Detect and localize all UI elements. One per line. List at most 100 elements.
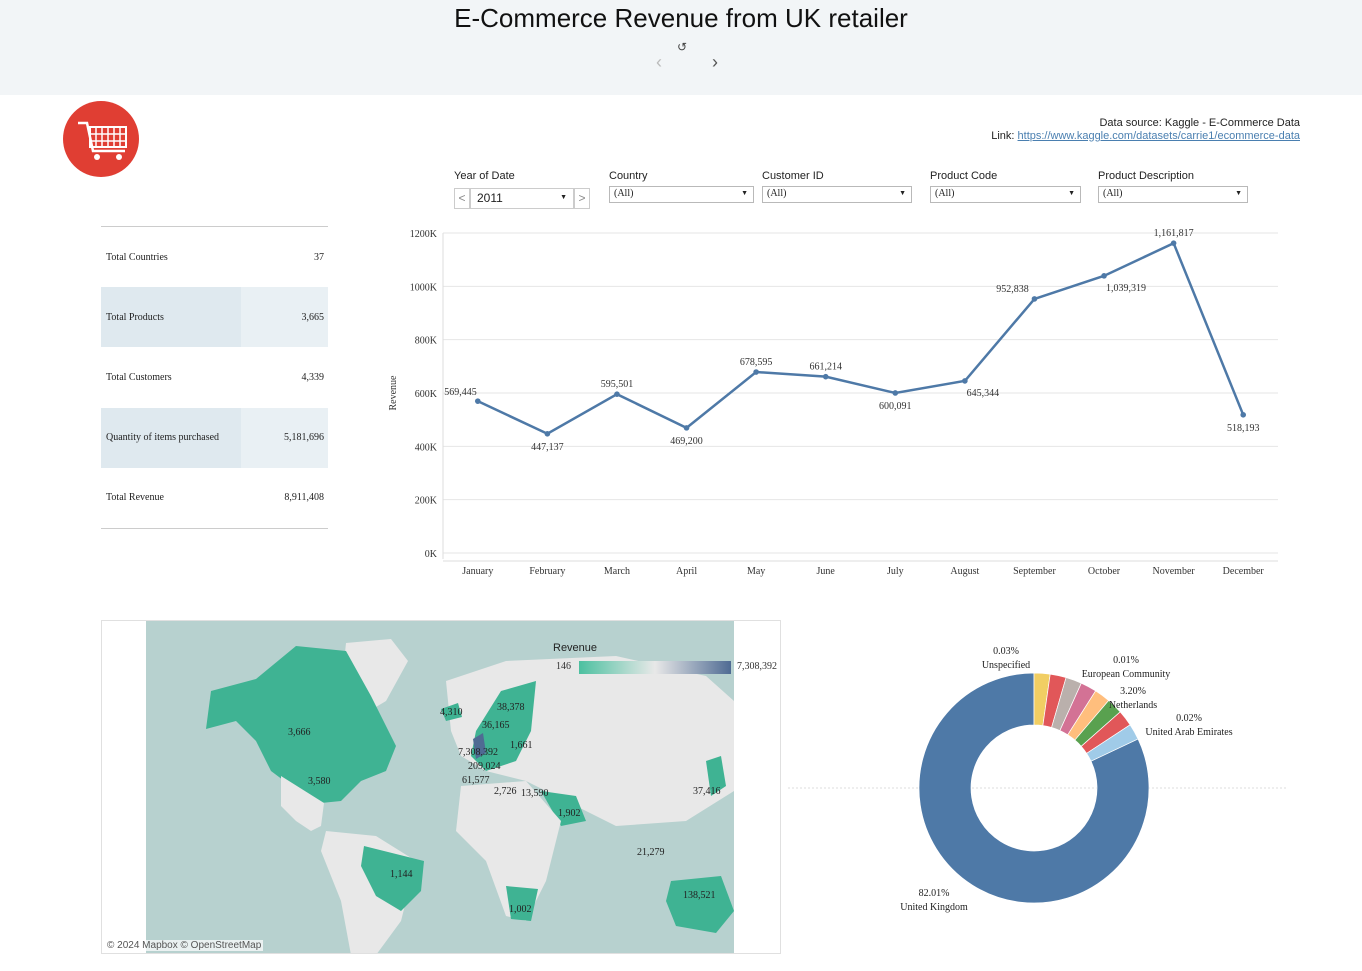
kaggle-link[interactable]: https://www.kaggle.com/datasets/carrie1/…: [1018, 130, 1300, 142]
data-point: [1101, 273, 1107, 279]
data-label: 600,091: [879, 401, 912, 412]
x-tick-label: September: [1013, 566, 1056, 577]
chevron-right-icon[interactable]: ›: [712, 52, 718, 73]
revenue-line-chart[interactable]: 0K 200K 400K 600K 800K 1000K 1200K Revenue Janua…: [380, 220, 1290, 590]
map-label: 1,661: [510, 740, 533, 751]
x-tick-label: May: [747, 566, 765, 577]
y-tick-label: 800K: [415, 336, 438, 347]
slice-name-label: United Arab Emirates: [1145, 727, 1232, 738]
kpi-value: 5,181,696: [241, 407, 328, 468]
year-prev-button[interactable]: <: [454, 188, 470, 209]
data-label: 645,344: [967, 388, 1000, 399]
kpi-label: Total Revenue: [106, 492, 164, 504]
map-label: 4,310: [440, 707, 463, 718]
data-label: 661,214: [809, 362, 842, 373]
filter-country: Country (All) ▼: [609, 170, 754, 203]
y-tick-label: 1000K: [410, 282, 438, 293]
y-tick-label: 200K: [415, 496, 438, 507]
data-label: 595,501: [601, 379, 634, 390]
year-value: 2011: [477, 191, 503, 205]
map-label: 3,666: [288, 727, 311, 738]
kpi-row: Total Customers 4,339: [101, 347, 328, 407]
x-tick-label: June: [817, 566, 836, 577]
kpi-value: 4,339: [301, 371, 325, 383]
x-tick-label: August: [950, 566, 979, 577]
data-source-text: Data source: Kaggle - E-Commerce Data: [1099, 117, 1300, 129]
country-value: (All): [614, 188, 634, 199]
kpi-row: Total Products 3,665: [101, 287, 328, 348]
chevron-down-icon: ▼: [899, 189, 906, 197]
map-label: 1,902: [558, 808, 581, 819]
year-next-button[interactable]: >: [574, 188, 590, 209]
kpi-value: 3,665: [241, 287, 328, 348]
slice-percent-label: 82.01%: [919, 888, 950, 899]
data-point: [1240, 412, 1247, 418]
year-select[interactable]: 2011 ▼: [470, 188, 574, 209]
data-point: [1170, 240, 1177, 246]
slice-name-label: Unspecified: [982, 660, 1030, 671]
slice-name-label: United Kingdom: [900, 902, 968, 913]
data-label: 1,039,319: [1106, 283, 1146, 294]
map-label: 3,580: [308, 776, 331, 787]
data-point: [962, 378, 968, 384]
product-description-select[interactable]: (All) ▼: [1098, 186, 1248, 203]
data-label: 469,200: [670, 436, 703, 447]
customer-select[interactable]: (All) ▼: [762, 186, 912, 203]
data-label: 518,193: [1227, 423, 1260, 434]
slice-percent-label: 0.01%: [1113, 655, 1139, 666]
y-tick-label: 0K: [425, 549, 438, 560]
chevron-down-icon: ▼: [1068, 189, 1075, 197]
map-label: 36,165: [482, 720, 510, 731]
map-label: 138,521: [683, 890, 716, 901]
y-tick-label: 600K: [415, 389, 438, 400]
country-select[interactable]: (All) ▼: [609, 186, 754, 203]
x-tick-label: March: [604, 566, 630, 577]
chevron-down-icon: ▼: [1235, 189, 1242, 197]
revenue-map[interactable]: 3,666 3,580 1,144 4,310 38,378 36,165 7,…: [101, 620, 781, 954]
filter-year-label: Year of Date: [454, 170, 515, 182]
product-code-select[interactable]: (All) ▼: [930, 186, 1081, 203]
kpi-label: Total Customers: [106, 371, 172, 383]
data-label: 1,161,817: [1154, 228, 1194, 239]
map-label: 7,308,392: [458, 747, 498, 758]
slice-name-label: European Community: [1082, 669, 1171, 680]
kpi-table: Total Countries 37 Total Products 3,665 …: [101, 226, 328, 529]
filter-product-code: Product Code (All) ▼: [930, 170, 1081, 203]
data-point: [544, 430, 551, 437]
filter-country-label: Country: [609, 170, 648, 182]
x-tick-label: July: [887, 566, 904, 577]
slice-percent-label: 0.02%: [1176, 713, 1202, 724]
filter-year: Year of Date < 2011 ▼ >: [454, 170, 590, 209]
data-label: 447,137: [531, 442, 564, 453]
slice-name-label: Netherlands: [1109, 700, 1157, 711]
data-source: Data source: Kaggle - E-Commerce Data Li…: [991, 117, 1300, 143]
kpi-label: Total Products: [101, 287, 241, 348]
map-label: 1,144: [390, 869, 413, 880]
x-tick-label: February: [529, 566, 565, 577]
data-label: 569,445: [444, 387, 477, 398]
filter-product-description-label: Product Description: [1098, 170, 1194, 182]
kpi-label: Quantity of items purchased: [101, 407, 241, 468]
x-tick-label: April: [676, 566, 697, 577]
country-share-donut-chart[interactable]: 0.03% Unspecified 0.01% European Community 3…: [788, 640, 1288, 930]
map-label: 2,726: [494, 786, 517, 797]
kpi-value: 37: [314, 251, 324, 263]
customer-value: (All): [767, 188, 787, 199]
map-legend-bar: [579, 661, 731, 674]
map-legend-max: 7,308,392: [737, 661, 777, 672]
chevron-left-icon[interactable]: ‹: [656, 52, 662, 73]
data-label: 952,838: [996, 284, 1028, 295]
revert-icon[interactable]: ↺: [677, 40, 687, 54]
map-label: 21,279: [637, 847, 665, 858]
link-prefix: Link:: [991, 130, 1018, 142]
slice-percent-label: 0.03%: [993, 646, 1019, 657]
page-title: E-Commerce Revenue from UK retailer: [454, 3, 908, 33]
y-tick-label: 400K: [415, 442, 438, 453]
filter-product-code-label: Product Code: [930, 170, 998, 182]
data-point: [1031, 296, 1038, 302]
data-point: [822, 373, 829, 380]
map-label: 38,378: [497, 702, 525, 713]
shopping-cart-icon: [63, 101, 139, 177]
product-code-value: (All): [935, 188, 955, 199]
map-label: 209,024: [468, 761, 501, 772]
